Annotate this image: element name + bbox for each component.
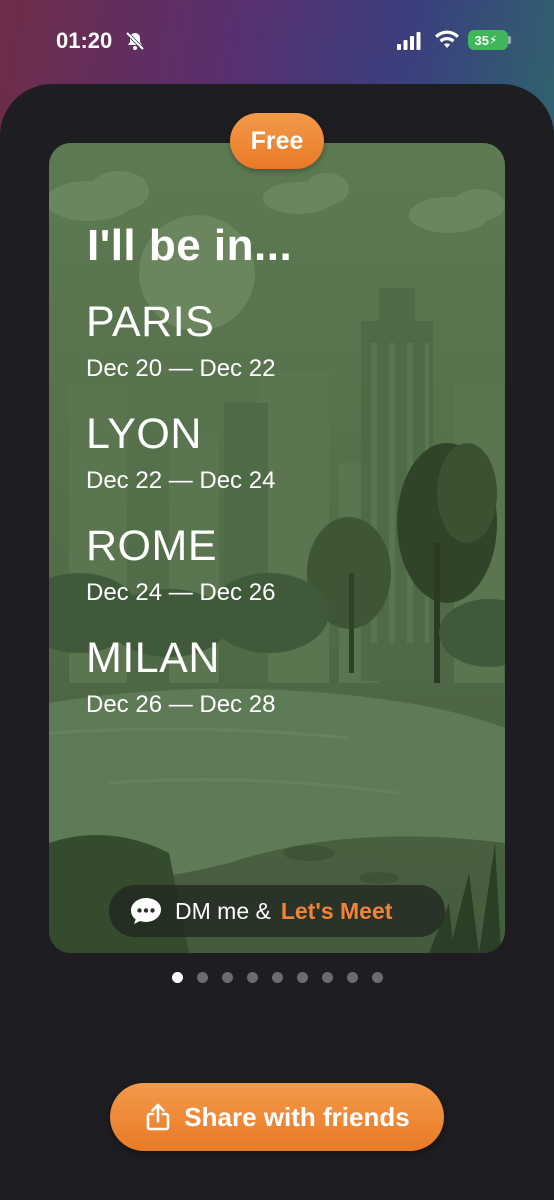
page-dot[interactable] xyxy=(297,972,308,983)
page-dot[interactable] xyxy=(347,972,358,983)
bell-muted-icon xyxy=(125,31,145,51)
page-indicator[interactable] xyxy=(172,972,383,983)
free-badge: Free xyxy=(230,113,324,169)
page-dot[interactable] xyxy=(322,972,333,983)
city-dates: Dec 22 — Dec 24 xyxy=(86,467,276,494)
battery-indicator: 35 ⚡ xyxy=(468,30,508,50)
page-dot[interactable] xyxy=(197,972,208,983)
battery-level: 35 xyxy=(474,32,490,48)
lets-meet-label: Let's Meet xyxy=(280,897,393,924)
card-title: I'll be in... xyxy=(87,221,293,270)
city-name: LYON xyxy=(86,410,202,458)
chat-bubble-icon xyxy=(131,898,161,924)
status-bar: 01:20 35 ⚡ xyxy=(0,0,554,84)
charging-bolt-icon: ⚡ xyxy=(489,33,498,47)
city-dates: Dec 20 — Dec 22 xyxy=(86,355,276,382)
cellular-signal-icon xyxy=(397,32,421,50)
page-dot[interactable] xyxy=(247,972,258,983)
itinerary-card[interactable]: I'll be in... PARIS Dec 20 — Dec 22 LYON… xyxy=(49,143,505,953)
wifi-icon xyxy=(435,30,459,48)
dm-me-pill[interactable]: DM me & Let's Meet xyxy=(109,885,445,937)
page-dot-active[interactable] xyxy=(172,972,183,983)
city-name: MILAN xyxy=(86,634,220,682)
share-with-friends-button[interactable]: Share with friends xyxy=(110,1083,444,1151)
page-dot[interactable] xyxy=(372,972,383,983)
share-icon xyxy=(146,1103,170,1131)
city-dates: Dec 24 — Dec 26 xyxy=(86,579,276,606)
city-dates: Dec 26 — Dec 28 xyxy=(86,691,276,718)
status-time: 01:20 xyxy=(56,28,113,53)
battery-tip xyxy=(508,36,511,44)
dm-text: DM me & xyxy=(175,897,271,924)
share-button-label: Share with friends xyxy=(184,1101,410,1132)
city-name: ROME xyxy=(86,522,217,570)
city-name: PARIS xyxy=(86,298,215,346)
page-dot[interactable] xyxy=(222,972,233,983)
page-dot[interactable] xyxy=(272,972,283,983)
